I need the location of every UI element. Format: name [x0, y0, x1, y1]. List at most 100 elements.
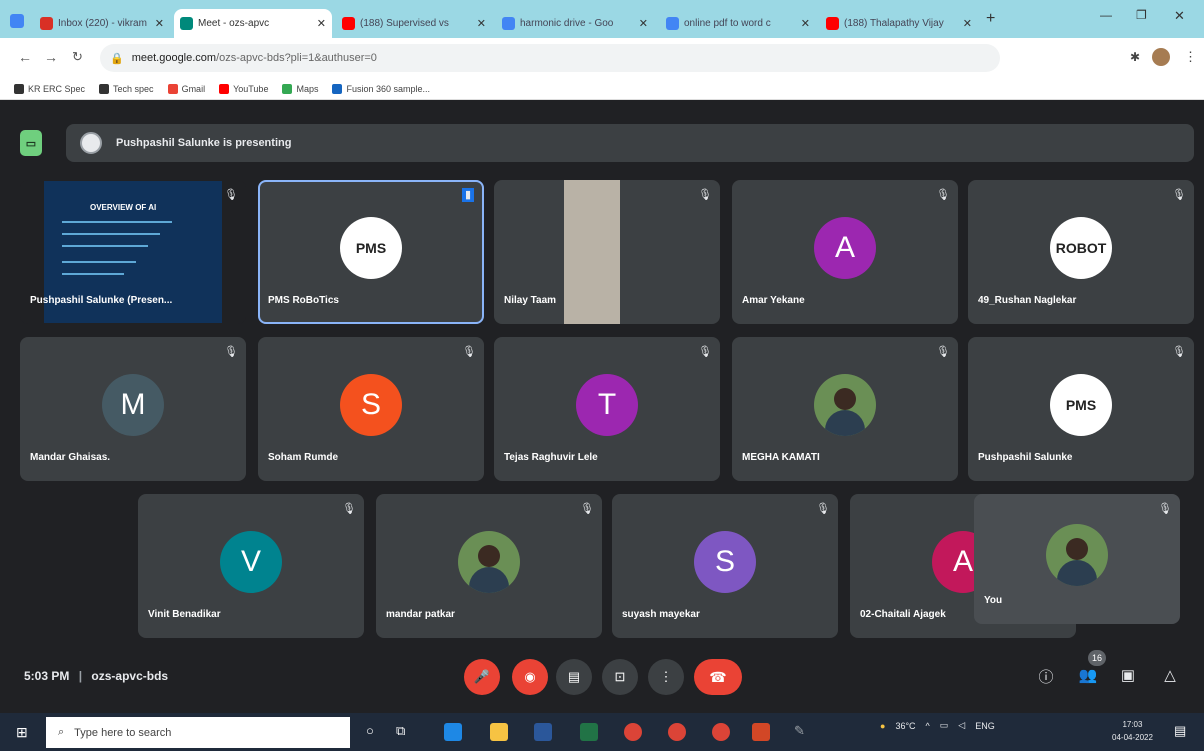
captions-button[interactable]: ▤ — [556, 659, 592, 695]
chrome-icon-2[interactable] — [712, 723, 730, 741]
cortana-icon[interactable]: ○ — [366, 723, 384, 741]
slide-text-line — [62, 261, 136, 263]
address-bar[interactable]: 🔒 meet.google.com/ozs-apvc-bds?pli=1&aut… — [100, 44, 1000, 72]
participant-photo — [1046, 524, 1108, 586]
back-icon[interactable]: ← — [18, 49, 32, 65]
minimize-button[interactable]: — — [1100, 8, 1112, 22]
chrome-icon-active[interactable] — [668, 723, 686, 741]
participant-photo — [814, 374, 876, 436]
avatar-initial: S — [714, 545, 735, 578]
browser-tab[interactable]: (188) Supervised vs ✕ — [336, 9, 492, 38]
app-icon-1[interactable] — [444, 723, 462, 741]
tab-title: Inbox (220) - vikram — [58, 18, 147, 29]
browser-tab[interactable]: (188) Thalapathy Vijay ✕ — [820, 9, 978, 38]
tab-close-icon[interactable]: ✕ — [477, 17, 486, 30]
tab-close-icon[interactable]: ✕ — [155, 17, 164, 30]
tab-title: (188) Thalapathy Vijay — [844, 18, 944, 29]
more-options-button[interactable]: ⋮ — [648, 659, 684, 695]
network-icon[interactable]: ▭ — [940, 720, 949, 731]
task-view-icon[interactable]: ⧉ — [396, 723, 414, 741]
presentation-icon[interactable]: ▭ — [20, 130, 42, 156]
notifications-icon[interactable]: ▤ — [1174, 723, 1186, 739]
captions-icon: ▤ — [567, 669, 581, 684]
forward-icon[interactable]: → — [44, 49, 58, 65]
system-tray: ● 36°C ^ ▭ ◁ ENG — [880, 720, 995, 731]
browser-tab[interactable]: Meet - ozs-apvc ✕ — [174, 9, 332, 38]
browser-tab[interactable]: Inbox (220) - vikram ✕ — [34, 9, 170, 38]
activities-icon[interactable]: △ — [1158, 666, 1182, 684]
profile-avatar[interactable] — [1152, 48, 1170, 66]
reload-icon[interactable]: ↻ — [72, 49, 83, 65]
participant-tile[interactable]: S 🎙 Soham Rumde — [258, 337, 484, 481]
close-window-button[interactable]: ✕ — [1174, 8, 1185, 24]
language-indicator[interactable]: ENG — [975, 721, 995, 731]
taskbar-clock[interactable]: 17:03 04-04-2022 — [1112, 718, 1153, 744]
url-host: meet.google.com — [131, 52, 217, 64]
tray-chevron-icon[interactable]: ^ — [926, 721, 930, 731]
participant-tile[interactable]: PMS ▮ PMS RoBoTics — [258, 180, 484, 324]
meeting-details-icon[interactable]: ⓘ — [1034, 666, 1058, 687]
url-path: /ozs-apvc-bds?pli=1&authuser=0 — [216, 52, 377, 64]
browser-tab[interactable]: harmonic drive - Goo ✕ — [496, 9, 654, 38]
participant-tile[interactable]: V 🎙 Vinit Benadikar — [138, 494, 364, 638]
bookmark-icon — [167, 83, 178, 94]
excel-icon[interactable] — [580, 723, 598, 741]
leave-call-button[interactable]: ☎ — [694, 659, 742, 695]
mic-off-button[interactable]: 🎤 — [464, 659, 500, 695]
browser-tab[interactable]: online pdf to word c ✕ — [660, 9, 816, 38]
participant-tile[interactable]: ROBOT 🎙 49_Rushan Naglekar — [968, 180, 1194, 324]
participant-logo: ROBOT — [1050, 217, 1112, 279]
participant-tile[interactable]: 🎙 You — [974, 494, 1180, 624]
bookmark-label: Tech spec — [113, 83, 154, 94]
chat-icon[interactable]: ▣ — [1116, 666, 1140, 684]
participant-photo — [458, 531, 520, 593]
participant-tile[interactable]: 🎙 Nilay Taam — [494, 180, 720, 324]
participant-name: mandar patkar — [386, 609, 455, 620]
participant-tile[interactable]: T 🎙 Tejas Raghuvir Lele — [494, 337, 720, 481]
tab-close-icon[interactable]: ✕ — [639, 17, 648, 30]
bookmark-item[interactable]: Gmail — [167, 83, 205, 94]
taskbar-search[interactable]: ⌕ Type here to search — [46, 717, 350, 748]
people-icon[interactable]: 👥 — [1076, 666, 1100, 684]
menu-icon[interactable]: ⋮ — [1184, 49, 1197, 65]
bookmark-label: Fusion 360 sample... — [346, 83, 431, 94]
file-explorer-icon[interactable] — [490, 723, 508, 741]
avatar-initial: A — [834, 231, 855, 264]
tab-close-icon[interactable]: ✕ — [963, 17, 972, 30]
powerpoint-icon[interactable] — [752, 723, 770, 741]
participant-tile[interactable]: PMS 🎙 Pushpashil Salunke — [968, 337, 1194, 481]
tab-title: harmonic drive - Goo — [520, 18, 614, 29]
tab-close-icon[interactable]: ✕ — [801, 17, 810, 30]
tab-close-icon[interactable]: ✕ — [317, 17, 326, 30]
bookmark-item[interactable]: Tech spec — [99, 83, 154, 94]
present-icon: ⊡ — [614, 669, 626, 684]
logo-text: PMS — [355, 240, 387, 256]
camera-off-button[interactable]: ◉ — [512, 659, 548, 695]
participant-tile[interactable]: 🎙 MEGHA KAMATI — [732, 337, 958, 481]
bookmark-item[interactable]: KR ERC Spec — [14, 83, 85, 94]
app-icon-2[interactable]: ✎ — [794, 723, 812, 741]
bookmark-item[interactable]: YouTube — [219, 83, 268, 94]
extensions-icon[interactable]: ✱ — [1130, 50, 1140, 64]
participant-tile[interactable]: S 🎙 suyash mayekar — [612, 494, 838, 638]
participant-tile[interactable]: 🎙 mandar patkar — [376, 494, 602, 638]
maximize-button[interactable]: ❐ — [1136, 8, 1147, 22]
present-now-button[interactable]: ⊡ — [602, 659, 638, 695]
meeting-time-code: 5:03 PM | ozs-apvc-bds — [24, 669, 169, 683]
taskbar-time: 17:03 — [1122, 720, 1143, 729]
new-tab-button[interactable]: + — [986, 10, 995, 28]
volume-icon[interactable]: ◁ — [958, 720, 965, 731]
bookmark-item[interactable]: Fusion 360 sample... — [332, 83, 431, 94]
bookmark-item[interactable]: Maps — [282, 83, 318, 94]
mic-muted-icon: 🎙 — [1172, 346, 1186, 358]
chrome-icon[interactable] — [624, 723, 642, 741]
mic-muted-icon: 🎙 — [224, 189, 238, 201]
tab-search-icon[interactable] — [10, 14, 24, 28]
bookmark-icon — [99, 83, 110, 94]
start-icon[interactable]: ⊞ — [16, 724, 28, 741]
participant-name: Amar Yekane — [742, 295, 805, 306]
participant-tile[interactable]: A 🎙 Amar Yekane — [732, 180, 958, 324]
word-icon[interactable] — [534, 723, 552, 741]
participant-tile[interactable]: M 🎙 Mandar Ghaisas. — [20, 337, 246, 481]
participant-video — [564, 180, 620, 324]
